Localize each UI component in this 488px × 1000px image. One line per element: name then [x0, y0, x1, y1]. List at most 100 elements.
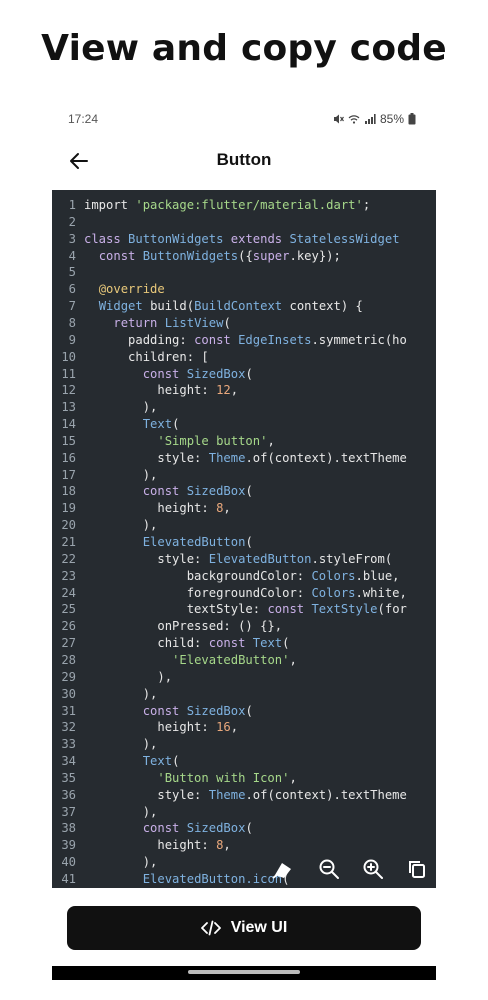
code-token: const — [142, 366, 187, 381]
code-line: 39 height: 8, — [52, 837, 231, 854]
code-token: style: — [84, 450, 209, 465]
line-number: 5 — [68, 265, 76, 280]
code-token: 12 — [216, 383, 231, 398]
code-line: 36 style: Theme.of(context).textTheme — [52, 787, 407, 804]
phone-screen: 17:24 85% Button 1 import 'package:flutte… — [52, 98, 436, 980]
code-line: 28 'ElevatedButton', — [52, 652, 297, 669]
code-token: ( — [245, 366, 253, 381]
line-number: 31 — [61, 703, 76, 718]
code-token: .styleFrom( — [311, 551, 393, 566]
code-token: ), — [84, 855, 158, 870]
code-token: ), — [84, 686, 158, 701]
code-line: 4 const ButtonWidgets({super.key}); — [52, 248, 341, 265]
code-line: 23 backgroundColor: Colors.blue, — [52, 568, 399, 585]
code-token: Text — [142, 754, 173, 769]
zoom-in-button[interactable] — [360, 856, 386, 882]
status-time: 17:24 — [68, 112, 99, 126]
code-token: Colors — [311, 568, 356, 583]
line-number: 26 — [61, 619, 76, 634]
code-line: 1 import 'package:flutter/material.dart'; — [52, 197, 371, 214]
code-line: 29 ), — [52, 669, 172, 686]
zoom-in-icon — [363, 859, 383, 879]
code-token: ), — [84, 400, 158, 415]
code-line: 40 ), — [52, 854, 157, 871]
code-token: foregroundColor: — [84, 585, 312, 600]
view-ui-button[interactable]: View UI — [67, 906, 421, 950]
code-token: 16 — [216, 720, 231, 735]
code-token: StatelessWidget — [289, 231, 400, 246]
code-line: 18 const SizedBox( — [52, 483, 253, 500]
code-line: 8 return ListView( — [52, 315, 231, 332]
code-token: ButtonWidgets — [142, 248, 239, 263]
code-token: style: — [84, 551, 209, 566]
code-token: Colors — [311, 585, 356, 600]
line-number: 33 — [61, 737, 76, 752]
line-number: 24 — [61, 585, 76, 600]
code-line: 7 Widget build(BuildContext context) { — [52, 298, 363, 315]
code-line: 9 padding: const EdgeInsets.symmetric(ho — [52, 332, 407, 349]
line-number: 6 — [68, 282, 76, 297]
code-token: height: — [84, 501, 217, 516]
line-number: 28 — [61, 652, 76, 667]
line-number: 22 — [61, 551, 76, 566]
code-token: ({ — [238, 248, 253, 263]
code-token: textStyle: — [84, 602, 268, 617]
code-token: SizedBox — [186, 484, 246, 499]
code-token: 'ElevatedButton' — [172, 652, 290, 667]
code-token: child: — [84, 636, 209, 651]
code-token: return — [113, 315, 165, 330]
code-token: import — [84, 198, 136, 212]
code-token: Text — [142, 417, 173, 432]
view-ui-label: View UI — [230, 919, 288, 936]
code-token: ( — [245, 821, 253, 836]
code-token: height: — [84, 838, 217, 853]
code-line: 11 const SizedBox( — [52, 366, 253, 383]
line-number: 7 — [68, 299, 76, 314]
code-token: height: — [84, 720, 217, 735]
system-nav-bar — [52, 966, 436, 980]
code-token: children: [ — [84, 349, 209, 364]
battery-icon — [408, 113, 416, 125]
code-line: 35 'Button with Icon', — [52, 770, 296, 787]
code-line: 12 height: 12, — [52, 382, 238, 399]
code-token: backgroundColor: — [84, 568, 312, 583]
code-token: ( — [223, 315, 231, 330]
theme-toggle-button[interactable] — [270, 856, 296, 882]
code-token: .key}); — [289, 248, 341, 263]
zoom-out-button[interactable] — [316, 856, 342, 882]
mute-icon — [333, 114, 344, 124]
code-icon — [200, 920, 221, 936]
copy-code-button[interactable] — [404, 856, 430, 882]
code-line: 24 foregroundColor: Colors.white, — [52, 585, 407, 602]
code-viewer[interactable]: 1 import 'package:flutter/material.dart';… — [52, 190, 436, 888]
line-number: 21 — [61, 535, 76, 549]
line-number: 23 — [61, 568, 76, 583]
home-indicator[interactable] — [188, 970, 300, 974]
code-line: 15 'Simple button', — [52, 433, 274, 450]
page-headline: View and copy code — [41, 28, 447, 69]
code-token: , — [223, 838, 231, 853]
line-number: 30 — [61, 686, 76, 701]
battery-percent: 85% — [379, 112, 404, 126]
line-number: 32 — [61, 720, 76, 735]
line-number: 20 — [61, 518, 76, 533]
line-number: 8 — [68, 315, 76, 330]
code-token: ( — [245, 484, 253, 499]
code-line: 31 const SizedBox( — [52, 703, 252, 720]
line-number: 25 — [61, 602, 76, 617]
code-token: SizedBox — [186, 366, 246, 381]
code-token: const — [142, 484, 187, 499]
code-token: extends — [230, 231, 290, 246]
code-line: 27 child: const Text( — [52, 635, 289, 652]
status-bar: 17:24 85% — [68, 110, 416, 128]
code-line: 34 Text( — [52, 753, 179, 770]
line-number: 2 — [68, 214, 76, 229]
code-line: 20 ), — [52, 517, 157, 534]
